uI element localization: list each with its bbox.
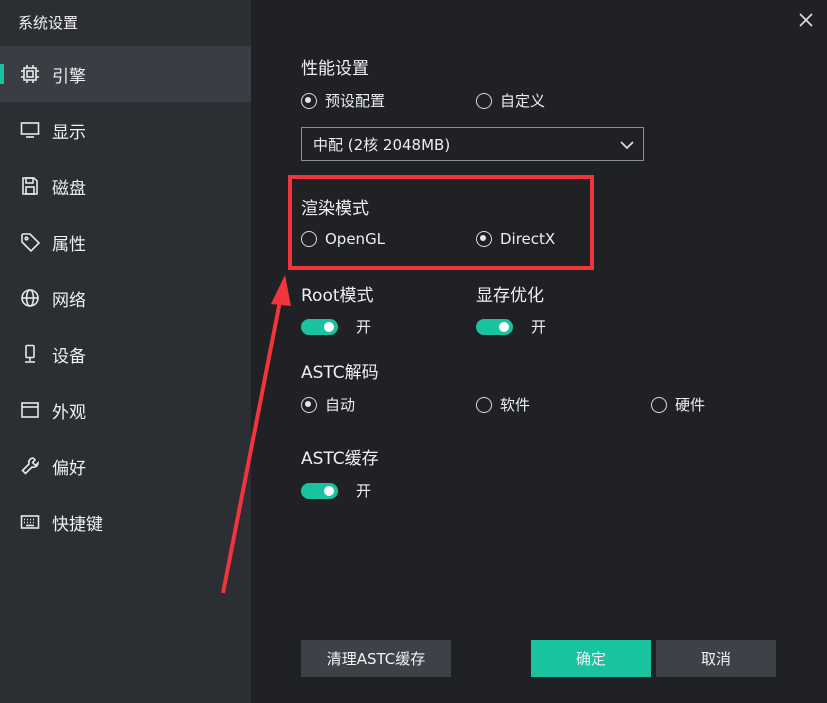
toggle-state-label: 开	[531, 318, 547, 336]
root-mode-label: Root模式	[301, 286, 374, 306]
radio-label: 自动	[325, 396, 356, 414]
sidebar: 系统设置 引擎 显示 磁盘 属性 网络 设备 外观 偏好 快捷键	[0, 0, 251, 703]
toggle-state-label: 开	[356, 482, 372, 500]
directx-radio[interactable]: DirectX	[476, 230, 555, 248]
radio-dot	[476, 396, 492, 413]
toggle-switch	[301, 482, 338, 499]
radio-label: 自定义	[500, 92, 546, 110]
custom-config-radio[interactable]: 自定义	[476, 90, 545, 111]
opengl-radio[interactable]: OpenGL	[301, 230, 385, 248]
radio-label: 硬件	[675, 396, 706, 414]
radio-dot	[476, 231, 492, 247]
radio-dot	[651, 396, 667, 413]
astc-cache-toggle[interactable]: 开	[301, 480, 371, 501]
sidebar-item-label: 属性	[52, 234, 86, 255]
sidebar-item-label: 设备	[52, 346, 86, 367]
sidebar-item-appearance[interactable]: 外观	[0, 382, 251, 438]
sidebar-item-engine[interactable]: 引擎	[0, 46, 251, 102]
sidebar-item-device[interactable]: 设备	[0, 326, 251, 382]
sidebar-item-properties[interactable]: 属性	[0, 214, 251, 270]
sidebar-item-label: 快捷键	[52, 514, 103, 535]
window-icon	[20, 400, 40, 420]
window-title: 系统设置	[18, 14, 79, 32]
clear-astc-cache-button[interactable]: 清理ASTC缓存	[301, 640, 451, 677]
astc-software-radio[interactable]: 软件	[476, 394, 530, 415]
astc-hardware-radio[interactable]: 硬件	[651, 394, 705, 415]
sidebar-item-network[interactable]: 网络	[0, 270, 251, 326]
cancel-button[interactable]: 取消	[656, 640, 776, 677]
radio-label: 预设配置	[325, 92, 386, 110]
sidebar-item-display[interactable]: 显示	[0, 102, 251, 158]
preset-config-radio[interactable]: 预设配置	[301, 90, 385, 111]
toggle-switch	[476, 318, 513, 335]
radio-label: OpenGL	[325, 230, 386, 248]
tag-icon	[20, 232, 40, 252]
toggle-switch	[301, 318, 338, 335]
chevron-down-icon	[619, 137, 635, 153]
engine-settings-panel: 性能设置 预设配置 自定义 中配 (2核 2048MB) 渲染模式 OpenGL…	[251, 0, 827, 703]
sidebar-item-label: 外观	[52, 402, 86, 423]
save-icon	[20, 176, 40, 196]
select-value: 中配 (2核 2048MB)	[313, 135, 451, 154]
sidebar-item-shortcuts[interactable]: 快捷键	[0, 494, 251, 550]
ok-button[interactable]: 确定	[531, 640, 651, 677]
root-mode-toggle[interactable]: 开	[301, 316, 371, 337]
astc-decode-label: ASTC解码	[301, 363, 379, 383]
radio-label: 软件	[500, 396, 531, 414]
sidebar-item-label: 磁盘	[52, 178, 86, 199]
sidebar-item-label: 显示	[52, 122, 86, 143]
sidebar-item-label: 网络	[52, 290, 86, 311]
radio-dot	[301, 92, 317, 109]
globe-icon	[20, 288, 40, 308]
render-mode-label: 渲染模式	[301, 199, 369, 219]
radio-dot	[301, 231, 317, 247]
sidebar-item-preferences[interactable]: 偏好	[0, 438, 251, 494]
vram-optimization-toggle[interactable]: 开	[476, 316, 546, 337]
sidebar-item-disk[interactable]: 磁盘	[0, 158, 251, 214]
monitor-icon	[20, 120, 40, 140]
sidebar-item-label: 偏好	[52, 458, 86, 479]
radio-dot	[301, 396, 317, 413]
astc-auto-radio[interactable]: 自动	[301, 394, 355, 415]
radio-dot	[476, 92, 492, 109]
device-icon	[20, 344, 40, 364]
vram-optimization-label: 显存优化	[476, 286, 544, 306]
toggle-state-label: 开	[356, 318, 372, 336]
wrench-icon	[20, 456, 40, 476]
performance-label: 性能设置	[301, 59, 369, 79]
sidebar-item-label: 引擎	[52, 66, 86, 87]
settings-window: 系统设置 引擎 显示 磁盘 属性 网络 设备 外观 偏好 快捷键 性能设置 预设…	[0, 0, 827, 703]
performance-preset-select[interactable]: 中配 (2核 2048MB)	[301, 127, 644, 161]
keyboard-icon	[20, 512, 40, 532]
sidebar-nav: 引擎 显示 磁盘 属性 网络 设备 外观 偏好 快捷键	[0, 46, 251, 550]
radio-label: DirectX	[500, 230, 556, 248]
astc-cache-label: ASTC缓存	[301, 449, 379, 469]
chip-icon	[20, 64, 40, 84]
